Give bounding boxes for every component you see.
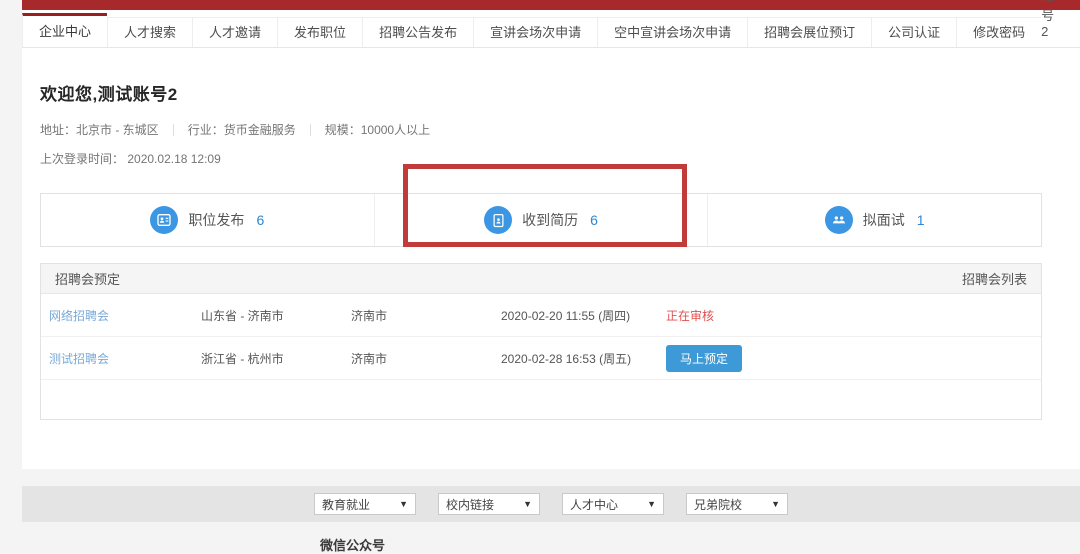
tab-enterprise-center[interactable]: 企业中心: [22, 13, 107, 47]
select-value: 兄弟院校: [694, 496, 742, 513]
select-value: 校内链接: [446, 496, 494, 513]
jobfair-booking-panel: 招聘会预定 招聘会列表 网络招聘会 山东省 - 济南市 济南市 2020-02-…: [40, 263, 1042, 420]
industry-value: 货币金融服务: [224, 121, 296, 138]
stat-card-resumes-received[interactable]: 收到简历 6: [374, 194, 708, 246]
jobfair-list-link[interactable]: 招聘会列表: [962, 269, 1027, 288]
footer-links-band: 教育就业 ▼ 校内链接 ▼ 人才中心 ▼ 兄弟院校 ▼: [22, 486, 1080, 522]
table-row: 测试招聘会 浙江省 - 杭州市 济南市 2020-02-28 16:53 (周五…: [41, 337, 1041, 380]
user-icon: [1060, 0, 1075, 1]
chevron-down-icon: ▼: [771, 499, 780, 509]
stat-card-interviews[interactable]: 拟面试 1: [707, 194, 1041, 246]
stat-count: 6: [256, 212, 264, 228]
scale-value: 10000人以上: [361, 121, 430, 138]
status-badge: 正在审核: [666, 307, 714, 324]
resume-icon: [484, 206, 512, 234]
account-name: 测试账号2: [1041, 0, 1054, 39]
main-nav: 企业中心 人才搜索 人才邀请 发布职位 招聘公告发布 宣讲会场次申请 空中宣讲会…: [22, 10, 1080, 48]
tab-infosession-apply[interactable]: 宣讲会场次申请: [473, 17, 597, 47]
tab-online-infosession-apply[interactable]: 空中宣讲会场次申请: [597, 17, 747, 47]
tab-talent-invite[interactable]: 人才邀请: [192, 17, 277, 47]
chevron-down-icon: ▼: [523, 499, 532, 509]
tab-talent-search[interactable]: 人才搜索: [107, 17, 192, 47]
main-content: 欢迎您,测试账号2 地址： 北京市 - 东城区 行业： 货币金融服务 规模： 1…: [22, 48, 1080, 469]
jobfair-name-link[interactable]: 测试招聘会: [49, 350, 201, 367]
chevron-down-icon: ▼: [647, 499, 656, 509]
footer-select-partner-schools[interactable]: 兄弟院校 ▼: [686, 493, 788, 515]
panel-empty-space: [41, 380, 1041, 419]
tab-post-job[interactable]: 发布职位: [277, 17, 362, 47]
select-value: 人才中心: [570, 496, 618, 513]
id-badge-icon: [150, 206, 178, 234]
page-container: 企业中心 人才搜索 人才邀请 发布职位 招聘公告发布 宣讲会场次申请 空中宣讲会…: [22, 0, 1080, 554]
wechat-official-account-label: 微信公众号: [22, 522, 1080, 554]
interview-people-icon: [825, 206, 853, 234]
city-cell: 济南市: [351, 307, 501, 324]
jobfair-name-link[interactable]: 网络招聘会: [49, 307, 201, 324]
stat-label: 收到简历: [522, 210, 578, 230]
last-login-label: 上次登录时间：: [40, 152, 124, 166]
company-info-line: 地址： 北京市 - 东城区 行业： 货币金融服务 规模： 10000人以上: [40, 121, 1042, 138]
select-value: 教育就业: [322, 496, 370, 513]
stat-label: 拟面试: [863, 210, 905, 230]
tab-recruit-announcement[interactable]: 招聘公告发布: [362, 17, 473, 47]
last-login-value: 2020.02.18 12:09: [127, 152, 220, 166]
footer-select-talent-center[interactable]: 人才中心 ▼: [562, 493, 664, 515]
top-red-bar: [22, 0, 1080, 10]
chevron-down-icon: ▼: [399, 499, 408, 509]
stats-bar: 职位发布 6 收到简历 6: [40, 193, 1042, 247]
region-cell: 浙江省 - 杭州市: [201, 350, 351, 367]
time-cell: 2020-02-20 11:55 (周四): [501, 307, 666, 324]
panel-title: 招聘会预定: [55, 269, 120, 288]
tab-change-password[interactable]: 修改密码: [956, 17, 1041, 47]
stat-count: 1: [917, 212, 925, 228]
welcome-title: 欢迎您,测试账号2: [40, 48, 1042, 105]
time-cell: 2020-02-28 16:53 (周五): [501, 350, 666, 367]
last-login-line: 上次登录时间： 2020.02.18 12:09: [40, 150, 1042, 167]
book-now-button[interactable]: 马上预定: [666, 345, 742, 372]
city-cell: 济南市: [351, 350, 501, 367]
stat-count: 6: [590, 212, 598, 228]
account-menu[interactable]: 测试账号2: [1041, 0, 1080, 47]
region-cell: 山东省 - 济南市: [201, 307, 351, 324]
panel-header: 招聘会预定 招聘会列表: [41, 264, 1041, 294]
tab-company-certification[interactable]: 公司认证: [871, 17, 956, 47]
stat-card-job-posts[interactable]: 职位发布 6: [41, 194, 374, 246]
tab-jobfair-booth-booking[interactable]: 招聘会展位预订: [747, 17, 871, 47]
divider: [310, 124, 311, 136]
address-value: 北京市 - 东城区: [76, 121, 159, 138]
footer-select-education-employment[interactable]: 教育就业 ▼: [314, 493, 416, 515]
address-label: 地址：: [40, 121, 76, 138]
industry-label: 行业：: [188, 121, 224, 138]
table-row: 网络招聘会 山东省 - 济南市 济南市 2020-02-20 11:55 (周四…: [41, 294, 1041, 337]
divider: [173, 124, 174, 136]
stat-label: 职位发布: [188, 210, 244, 230]
footer-select-campus-links[interactable]: 校内链接 ▼: [438, 493, 540, 515]
scale-label: 规模：: [325, 121, 361, 138]
